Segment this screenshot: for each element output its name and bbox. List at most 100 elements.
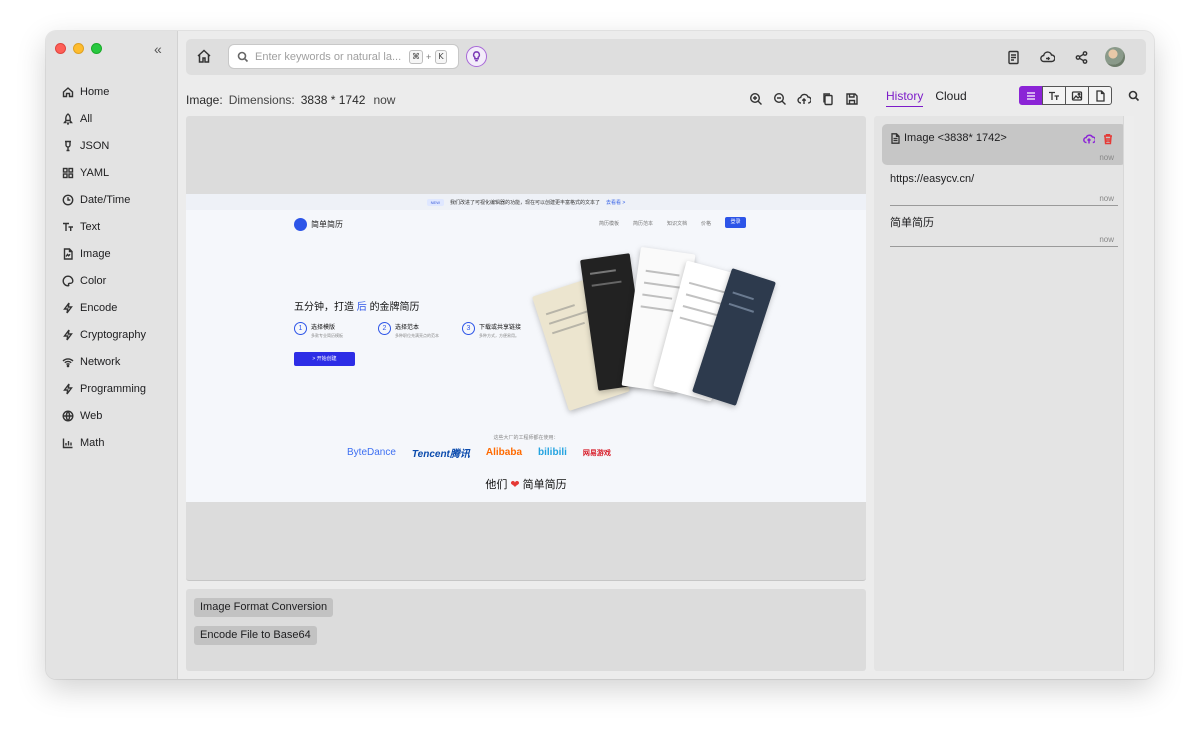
sidebar-nav: Home All JSON YAML Date/Time Text Image … [46,78,178,456]
cloud-upload-icon[interactable] [797,92,811,106]
copy-icon[interactable] [821,92,835,106]
collapse-sidebar-icon[interactable]: « [154,41,162,57]
preview-brands-caption: 这些大厂的工程师都在使用： [493,435,559,441]
notes-button[interactable] [996,50,1030,65]
preview-loved-pre: 他们 [485,479,508,491]
right-tabs: History Cloud [886,89,967,107]
sidebar-item-json[interactable]: JSON [46,132,178,159]
info-type-label: Image: [186,93,223,107]
cloud-sync-button[interactable] [1030,50,1064,65]
sidebar-item-encode[interactable]: Encode [46,294,178,321]
shortcut-plus: + [426,52,432,62]
preview-login: 登录 [725,217,746,228]
list-icon [1027,91,1035,100]
history-panel: Image <3838* 1742> now https://easycv.cn… [874,116,1134,671]
sidebar-item-text[interactable]: Text [46,213,178,240]
step-desc: 多款专业简历模板 [311,333,343,338]
close-window-button[interactable] [55,43,66,54]
tab-history[interactable]: History [886,89,924,107]
history-item-title: 简单简历 [890,214,934,230]
preview-step: 1 选择模版多款专业简历模板 [294,322,370,339]
zoom-window-button[interactable] [91,43,102,54]
history-scrollbar[interactable] [1123,116,1134,671]
search-icon [237,51,249,63]
history-item-time: now [1099,194,1114,203]
cloud-upload-icon[interactable] [1083,133,1095,145]
history-item-text: Image <3838* 1742> [904,132,1007,144]
suggestion-button[interactable] [466,46,487,67]
save-icon[interactable] [845,92,859,106]
step-number: 3 [462,322,475,335]
history-item-title: https://easycv.cn/ [890,173,974,185]
document-list-icon [1007,50,1019,64]
tab-cloud[interactable]: Cloud [935,89,966,107]
cloud-sync-icon [1039,50,1055,62]
step-number: 2 [378,322,391,335]
globe-icon [61,409,74,422]
sidebar-item-cryptography[interactable]: Cryptography [46,321,178,348]
preview-banner-text: 我们改进了可视化编辑器的功能，现在可以创建更丰富格式的文本了 [450,199,601,206]
filter-all-button[interactable] [1019,86,1043,105]
sidebar-item-yaml[interactable]: YAML [46,159,178,186]
sidebar-item-label: Encode [80,301,118,314]
search-box[interactable]: ⌘ + K [228,44,459,69]
step-desc: 多种职位充满亮点的范本 [395,333,439,338]
avatar [1105,47,1125,67]
preview-headline-post: 的金牌简历 [369,302,420,313]
preview-nav-link: 价格 [701,221,712,227]
step-title: 选择模版 [311,325,336,331]
sidebar-item-network[interactable]: Network [46,348,178,375]
grid-icon [61,166,74,179]
brand-tencent: Tencent腾讯 [411,449,470,460]
home-button[interactable] [196,48,214,66]
history-item[interactable]: Image <3838* 1742> now [882,124,1126,165]
sidebar-item-label: Programming [80,382,147,395]
sidebar-item-image[interactable]: Image [46,240,178,267]
sidebar-item-label: All [80,112,93,125]
clock-icon [61,193,74,206]
search-input[interactable] [255,48,407,66]
preview-banner-link: 去看看 > [606,199,626,206]
filter-text-button[interactable] [1042,86,1066,105]
sidebar-item-label: YAML [80,166,110,179]
preview-loved: 他们 ❤ 简单简历 [186,476,866,492]
preview-cta: > 开始创建 [294,352,355,366]
history-search-button[interactable] [1128,89,1140,107]
preview-image[interactable]: NEW 我们改进了可视化编辑器的功能，现在可以创建更丰富格式的文本了 去看看 >… [186,194,866,502]
heart-icon: ❤ [510,479,520,491]
image-format-conversion-button[interactable]: Image Format Conversion [194,598,334,617]
history-filter [1019,86,1112,105]
search-icon [1128,90,1140,102]
preview-banner: NEW 我们改进了可视化编辑器的功能，现在可以创建更丰富格式的文本了 去看看 > [186,194,866,210]
minimize-window-button[interactable] [73,43,84,54]
account-button[interactable] [1098,47,1132,67]
sidebar-item-programming[interactable]: Programming [46,375,178,402]
step-number: 1 [294,322,307,335]
history-divider [890,246,1118,247]
sidebar-item-label: Date/Time [80,193,131,206]
encode-base64-button[interactable]: Encode File to Base64 [194,626,317,645]
sidebar-item-home[interactable]: Home [46,78,178,105]
sidebar-item-label: Text [80,220,101,233]
filter-image-button[interactable] [1065,86,1089,105]
sidebar-item-label: Math [80,436,105,449]
trash-icon[interactable] [1102,133,1114,145]
zoom-in-icon[interactable] [749,92,763,106]
share-button[interactable] [1064,50,1098,65]
sidebar-item-datetime[interactable]: Date/Time [46,186,178,213]
sidebar-item-color[interactable]: Color [46,267,178,294]
sidebar-item-math[interactable]: Math [46,429,178,456]
sidebar-item-label: Web [80,409,103,422]
history-item[interactable]: https://easycv.cn/ now [882,165,1126,206]
zoom-out-icon[interactable] [773,92,787,106]
filter-file-button[interactable] [1088,86,1112,105]
sidebar: « Home All JSON YAML Date/Time Text Imag… [46,31,178,679]
preview-headline-pre: 五分钟，打造 [294,302,354,313]
step-title: 选择范本 [395,325,420,331]
sidebar-item-web[interactable]: Web [46,402,178,429]
preview-step: 2 选择范本多种职位充满亮点的范本 [378,322,454,339]
preview-step: 3 下载或共享链接 多种方式，方便易用。 [462,322,538,339]
sidebar-item-all[interactable]: All [46,105,178,132]
preview-loved-post: 简单简历 [522,479,567,491]
history-item[interactable]: 简单简历 now [882,206,1126,247]
